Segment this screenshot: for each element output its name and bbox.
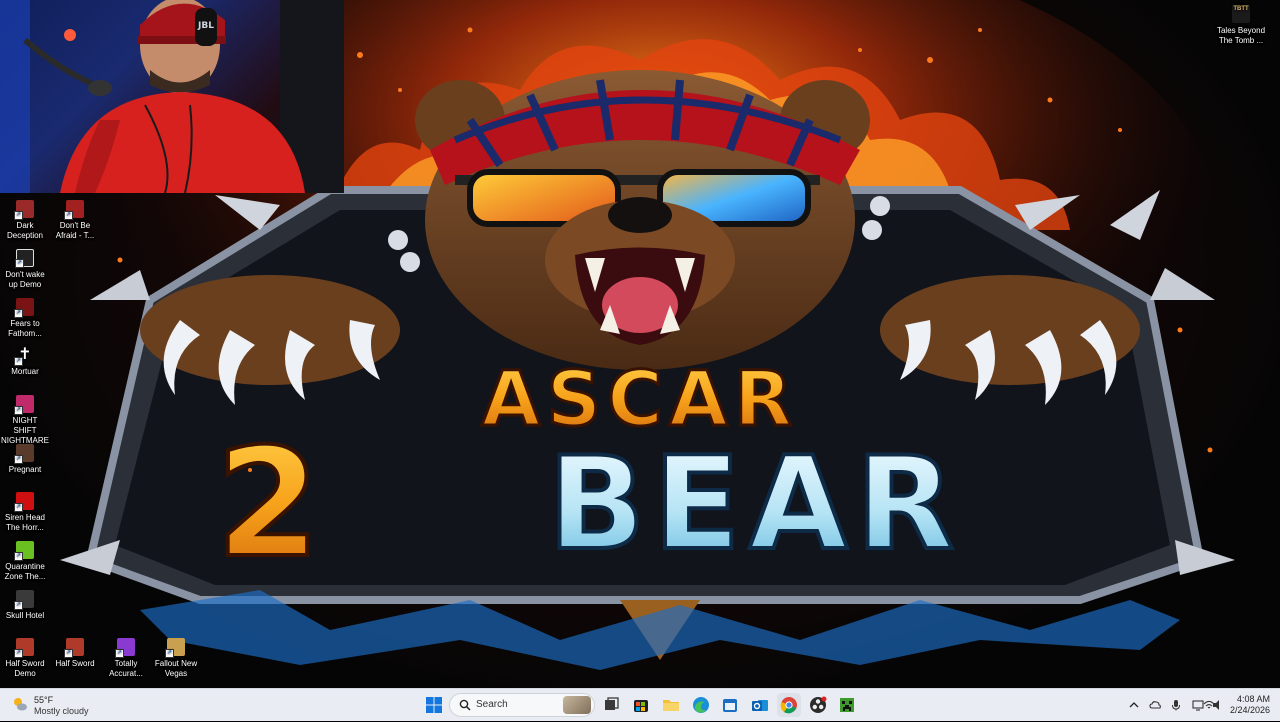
store-icon xyxy=(634,700,648,712)
shortcut-arrow-icon: ↗ xyxy=(14,309,23,318)
microphone-icon[interactable] xyxy=(1170,699,1182,711)
desktop-icon-half-sword[interactable]: ↗ Half Sword xyxy=(50,638,100,669)
game-icon: ↗ xyxy=(14,638,34,658)
taskbar-search-box[interactable]: Search xyxy=(449,693,595,717)
desktop-icon-pregnant[interactable]: ↗ Pregnant xyxy=(0,444,50,475)
game-icon: ↗ xyxy=(64,638,84,658)
taskbar: 55°F Mostly cloudy Search 4:08 AM 2/24/2… xyxy=(0,688,1280,721)
desktop-icon-fears-to-fathom[interactable]: ↗ Fears to Fathom... xyxy=(0,298,50,339)
shortcut-arrow-icon: ↗ xyxy=(14,406,23,415)
desktop-icon-dont-be-afraid[interactable]: ↗ Don't Be Afraid - T... xyxy=(50,200,100,241)
shortcut-arrow-icon: ↗ xyxy=(14,503,23,512)
cross-icon: ✝ ↗ xyxy=(14,346,32,366)
game-icon: ↗ xyxy=(15,249,34,268)
desktop-icon-half-sword-demo[interactable]: ↗ Half Sword Demo xyxy=(0,638,50,679)
start-button[interactable] xyxy=(422,693,446,717)
taskbar-app-store[interactable] xyxy=(629,693,653,717)
cloud-icon[interactable] xyxy=(1149,699,1161,711)
desktop-icon-quarantine-zone[interactable]: ↗ Quarantine Zone The... xyxy=(0,541,50,582)
outlook-icon xyxy=(752,700,768,711)
game-icon: ↗ xyxy=(165,638,185,658)
shortcut-arrow-icon: ↗ xyxy=(14,601,23,610)
desktop-icon-dont-wake-up-demo[interactable]: ↗ Don't wake up Demo xyxy=(0,249,50,290)
shortcut-arrow-icon: ↗ xyxy=(165,649,174,658)
sun-cloud-icon xyxy=(14,698,27,711)
svg-text:JBL: JBL xyxy=(197,21,214,31)
shortcut-arrow-icon: ↗ xyxy=(64,211,73,220)
wallpaper-title-number: 2 xyxy=(216,417,320,591)
desktop-icon-tales-beyond-the-tomb[interactable]: TBTT Tales Beyond The Tomb ... xyxy=(1214,5,1268,46)
weather-temp: 55°F xyxy=(34,695,54,705)
desktop: ASCAR 2 BEAR JBL ↗ Dark Deception ↗ Don'… xyxy=(0,0,1280,688)
obs-icon xyxy=(810,696,827,713)
shortcut-arrow-icon: ↗ xyxy=(14,211,23,220)
desktop-icon-mortuar[interactable]: ✝ ↗ Mortuar xyxy=(0,346,50,377)
task-view-button[interactable] xyxy=(599,693,623,717)
webcam-overlay: JBL xyxy=(0,0,344,193)
desktop-icon-skull-hotel[interactable]: ↗ Skull Hotel xyxy=(0,590,50,621)
calendar-icon xyxy=(723,699,737,712)
taskbar-app-outlook[interactable] xyxy=(748,693,772,717)
task-view-icon xyxy=(605,697,619,710)
shortcut-arrow-icon: ↗ xyxy=(14,552,23,561)
game-icon: ↗ xyxy=(14,590,34,610)
clock-time: 4:08 AM xyxy=(1236,694,1270,704)
shortcut-arrow-icon: ↗ xyxy=(14,357,23,366)
chevron-up-icon[interactable] xyxy=(1128,699,1140,711)
edge-icon xyxy=(693,697,709,713)
search-highlight-image xyxy=(563,696,591,714)
desktop-icon-dark-deception[interactable]: ↗ Dark Deception xyxy=(0,200,50,241)
taskbar-app-edge[interactable] xyxy=(689,693,713,717)
desktop-icon-night-shift-nightmare[interactable]: ↗ NIGHT SHIFT NIGHTMARE xyxy=(0,395,50,446)
game-icon: ↗ xyxy=(64,200,84,220)
taskbar-app-explorer[interactable] xyxy=(659,693,683,717)
desktop-icon-siren-head[interactable]: ↗ Siren Head The Horr... xyxy=(0,492,50,533)
taskbar-app-chrome[interactable] xyxy=(777,693,801,717)
folder-icon xyxy=(663,700,679,711)
minecraft-icon xyxy=(840,698,854,712)
shortcut-arrow-icon: ↗ xyxy=(15,259,24,268)
shortcut-arrow-icon: ↗ xyxy=(64,649,73,658)
wallpaper-title-word: BEAR xyxy=(548,430,963,579)
game-icon: ↗ xyxy=(14,541,34,561)
search-placeholder: Search xyxy=(476,699,508,710)
game-icon: ↗ xyxy=(14,395,34,415)
windows-icon xyxy=(426,697,442,713)
system-clock[interactable]: 4:08 AM 2/24/2026 xyxy=(1222,694,1270,716)
game-icon: ↗ xyxy=(14,444,34,464)
game-icon: ↗ xyxy=(14,200,34,220)
game-icon: TBTT xyxy=(1232,5,1250,23)
shortcut-arrow-icon: ↗ xyxy=(14,649,23,658)
weather-condition: Mostly cloudy xyxy=(34,706,89,716)
taskbar-app-calendar[interactable] xyxy=(718,693,742,717)
taskbar-app-obs[interactable] xyxy=(806,693,830,717)
game-icon: ↗ xyxy=(14,298,34,318)
game-icon: ↗ xyxy=(14,492,34,512)
search-icon xyxy=(459,699,471,711)
desktop-icon-fallout-new-vegas[interactable]: ↗ Fallout New Vegas xyxy=(151,638,201,679)
clock-date: 2/24/2026 xyxy=(1229,705,1270,715)
chrome-icon xyxy=(780,697,797,714)
desktop-icon-totally-accurate[interactable]: ↗ Totally Accurat... xyxy=(101,638,151,679)
shortcut-arrow-icon: ↗ xyxy=(115,649,124,658)
taskbar-app-minecraft[interactable] xyxy=(835,693,859,717)
shortcut-arrow-icon: ↗ xyxy=(14,455,23,464)
game-icon: ↗ xyxy=(115,638,135,658)
